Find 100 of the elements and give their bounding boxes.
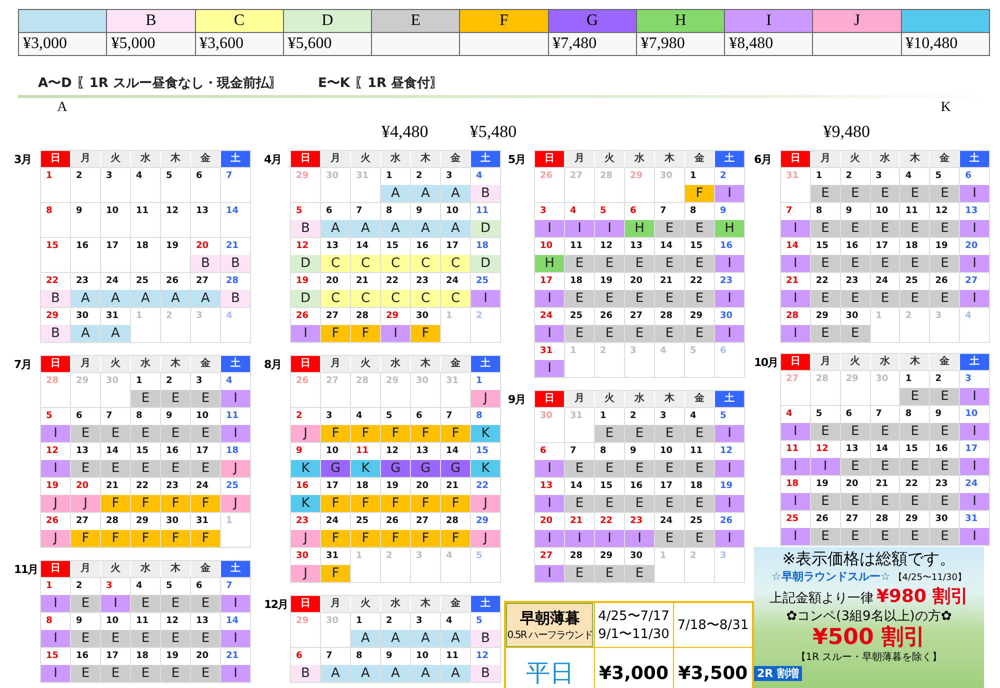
rate-code: C [411, 290, 440, 307]
rate-code: H [715, 220, 744, 237]
day-number: 14 [874, 443, 888, 456]
rate-code: E [625, 325, 654, 342]
day-number: 1 [135, 310, 142, 323]
weekday-header: 水 [131, 356, 160, 372]
day-number: 9 [934, 408, 942, 421]
weekday-header: 金 [191, 356, 220, 372]
day-number: 2 [629, 410, 636, 423]
rate-code: A [381, 220, 410, 237]
day-number: 6 [844, 408, 852, 421]
day-number: 1 [45, 580, 52, 593]
day-number: 28 [105, 515, 119, 528]
rate-code: I [715, 425, 744, 442]
rate-code: E [930, 493, 960, 510]
rate-code: E [685, 290, 714, 307]
day-number: 16 [719, 240, 733, 253]
rate-code: E [565, 290, 594, 307]
day-number: 11 [689, 445, 703, 458]
day-number: 6 [629, 205, 636, 218]
day-number: 7 [569, 445, 576, 458]
rate-code: E [191, 390, 220, 407]
day-number: 2 [475, 310, 482, 323]
rate-code: A [71, 290, 100, 307]
rate-code: I [221, 595, 250, 612]
day-number: 16 [629, 480, 643, 493]
rate-code: E [900, 255, 930, 272]
day-number: 30 [874, 373, 888, 386]
rate-code: E [595, 495, 624, 512]
day-number: 27 [325, 375, 339, 388]
day-number: 8 [814, 205, 822, 218]
rate-code: E [810, 185, 840, 202]
section-heading: E〜K 〖1R 昼食付〗 [318, 75, 444, 92]
day-number: 5 [599, 205, 606, 218]
day-number: 5 [165, 580, 172, 593]
day-number: 12 [385, 445, 399, 458]
day-number: 9 [295, 445, 302, 458]
day-number: 5 [475, 550, 482, 563]
rate-code: E [161, 665, 190, 682]
day-number: 14 [569, 480, 583, 493]
rate-code: F [351, 530, 380, 547]
rate-code: E [810, 423, 840, 440]
day-number: 22 [385, 275, 399, 288]
rate-code: E [930, 255, 960, 272]
rate-header-cell: J [812, 10, 902, 32]
month-label: 11月 [14, 562, 39, 578]
rate-code: E [655, 325, 684, 342]
month-label: 3月 [14, 152, 32, 168]
rate-code: E [870, 255, 900, 272]
weekday-header: 日 [41, 151, 70, 167]
rate-code: E [161, 390, 190, 407]
month-label: 4月 [264, 152, 282, 168]
day-number: 29 [629, 170, 643, 183]
weekday-header: 土 [471, 596, 500, 612]
rate-code: E [900, 290, 930, 307]
rate-code: E [810, 493, 840, 510]
day-number: 26 [295, 375, 309, 388]
day-number: 26 [165, 275, 179, 288]
day-number: 17 [874, 240, 888, 253]
day-number: 13 [75, 445, 89, 458]
day-number: 26 [539, 170, 553, 183]
rate-code: E [685, 255, 714, 272]
day-number: 9 [165, 410, 172, 423]
day-number: 11 [904, 205, 918, 218]
day-number: 11 [445, 650, 459, 663]
rate-code: J [71, 495, 100, 512]
day-number: 9 [719, 205, 726, 218]
weekday-header: 木 [900, 151, 930, 167]
day-number: 3 [415, 615, 422, 628]
weekday-header: 水 [381, 151, 410, 167]
rate-code: K [291, 495, 320, 512]
day-number: 22 [904, 478, 918, 491]
rate-code: F [321, 325, 350, 342]
weekday-header: 火 [351, 151, 380, 167]
rate-code: E [655, 495, 684, 512]
day-number: 22 [599, 515, 613, 528]
day-number: 17 [325, 480, 339, 493]
day-number: 25 [904, 275, 918, 288]
day-number: 19 [45, 480, 59, 493]
rate-code: F [381, 495, 410, 512]
day-number: 6 [295, 650, 302, 663]
rate-code: C [321, 255, 350, 272]
day-number: 24 [964, 478, 978, 491]
rate-code: I [781, 423, 810, 440]
day-number: 1 [904, 373, 912, 386]
weekday-header: 日 [291, 596, 320, 612]
rate-code: A [441, 665, 470, 682]
day-number: 7 [325, 650, 332, 663]
month-label: 9月 [508, 392, 526, 408]
rate-code: I [781, 325, 810, 342]
day-number: 4 [689, 410, 696, 423]
day-number: 27 [569, 170, 583, 183]
day-number: 30 [75, 310, 89, 323]
weekday-header: 金 [191, 151, 220, 167]
rate-code: A [71, 325, 100, 342]
day-number: 9 [75, 205, 82, 218]
day-number: 29 [814, 310, 828, 323]
day-number: 20 [415, 480, 429, 493]
rate-code: H [535, 255, 564, 272]
rate-code: I [565, 220, 594, 237]
